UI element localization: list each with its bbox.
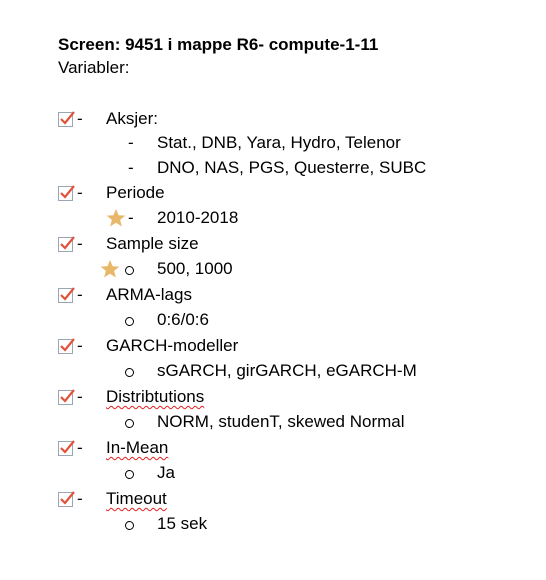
checkbox-periode[interactable]: [58, 185, 75, 201]
checkbox-in-mean[interactable]: [58, 440, 75, 456]
checkmark-icon: [60, 287, 75, 301]
sub-dash: -: [128, 133, 134, 152]
item-dash: -: [77, 109, 83, 128]
sub-item-periode: 2010-2018: [157, 208, 239, 227]
item-label-text: Sample size: [106, 234, 199, 253]
bullet-circle: [125, 317, 134, 326]
checkbox-sample-size[interactable]: [58, 236, 75, 252]
checkbox-timeout[interactable]: [58, 491, 75, 507]
bullet-circle: [125, 266, 134, 275]
checkmark-icon: [60, 338, 75, 352]
sub-dash: -: [128, 158, 134, 177]
bullet-circle: [125, 521, 134, 530]
page-title: Screen: 9451 i mappe R6- compute-1-11: [58, 35, 379, 54]
sub-item-distributions: NORM, studenT, skewed Normal: [157, 412, 405, 431]
checkmark-icon: [60, 111, 75, 125]
item-dash: -: [77, 183, 83, 202]
checkbox-aksjer[interactable]: [58, 111, 75, 127]
item-label-garch-modeller: GARCH-modeller: [106, 336, 239, 355]
sub-item-sample-size: 500, 1000: [157, 259, 233, 278]
item-label-periode: Periode: [106, 183, 165, 202]
checkmark-icon: [60, 389, 75, 403]
item-dash: -: [77, 387, 83, 406]
checkmark-icon: [60, 236, 75, 250]
item-dash: -: [77, 336, 83, 355]
sub-item-timeout: 15 sek: [157, 514, 208, 533]
item-label-timeout: Timeout: [106, 489, 167, 508]
item-label-distributions: Distribtutions: [106, 387, 205, 406]
bullet-circle: [125, 419, 134, 428]
item-label-aksjer: Aksjer:: [106, 109, 158, 128]
sub-item-garch-modeller: sGARCH, girGARCH, eGARCH-M: [157, 361, 417, 380]
item-label-in-mean: In-Mean: [106, 438, 169, 457]
checkbox-arma-lags[interactable]: [58, 287, 75, 303]
item-label-sample-size: Sample size: [106, 233, 199, 255]
page-subtitle: Variabler:: [58, 58, 130, 77]
checkbox-distributions[interactable]: [58, 389, 75, 405]
sub-dash: -: [128, 208, 134, 227]
sub-item-aksjer-2: DNO, NAS, PGS, Questerre, SUBC: [157, 158, 427, 177]
checkbox-garch-modeller[interactable]: [58, 338, 75, 354]
checkmark-icon: [60, 185, 75, 199]
bullet-circle: [125, 470, 134, 479]
bullet-circle: [125, 368, 134, 377]
star-icon: [100, 260, 120, 278]
item-dash: -: [77, 438, 83, 457]
sub-item-in-mean: Ja: [157, 463, 175, 482]
item-dash: -: [77, 285, 83, 304]
checkmark-icon: [60, 440, 75, 454]
sub-item-arma-lags: 0:6/0:6: [157, 310, 209, 329]
item-dash: -: [77, 489, 83, 508]
item-label-arma-lags: ARMA-lags: [106, 285, 192, 304]
item-dash: -: [77, 234, 83, 253]
star-icon: [106, 209, 126, 227]
sub-item-aksjer-1: Stat., DNB, Yara, Hydro, Telenor: [157, 133, 401, 152]
checkmark-icon: [60, 491, 75, 505]
